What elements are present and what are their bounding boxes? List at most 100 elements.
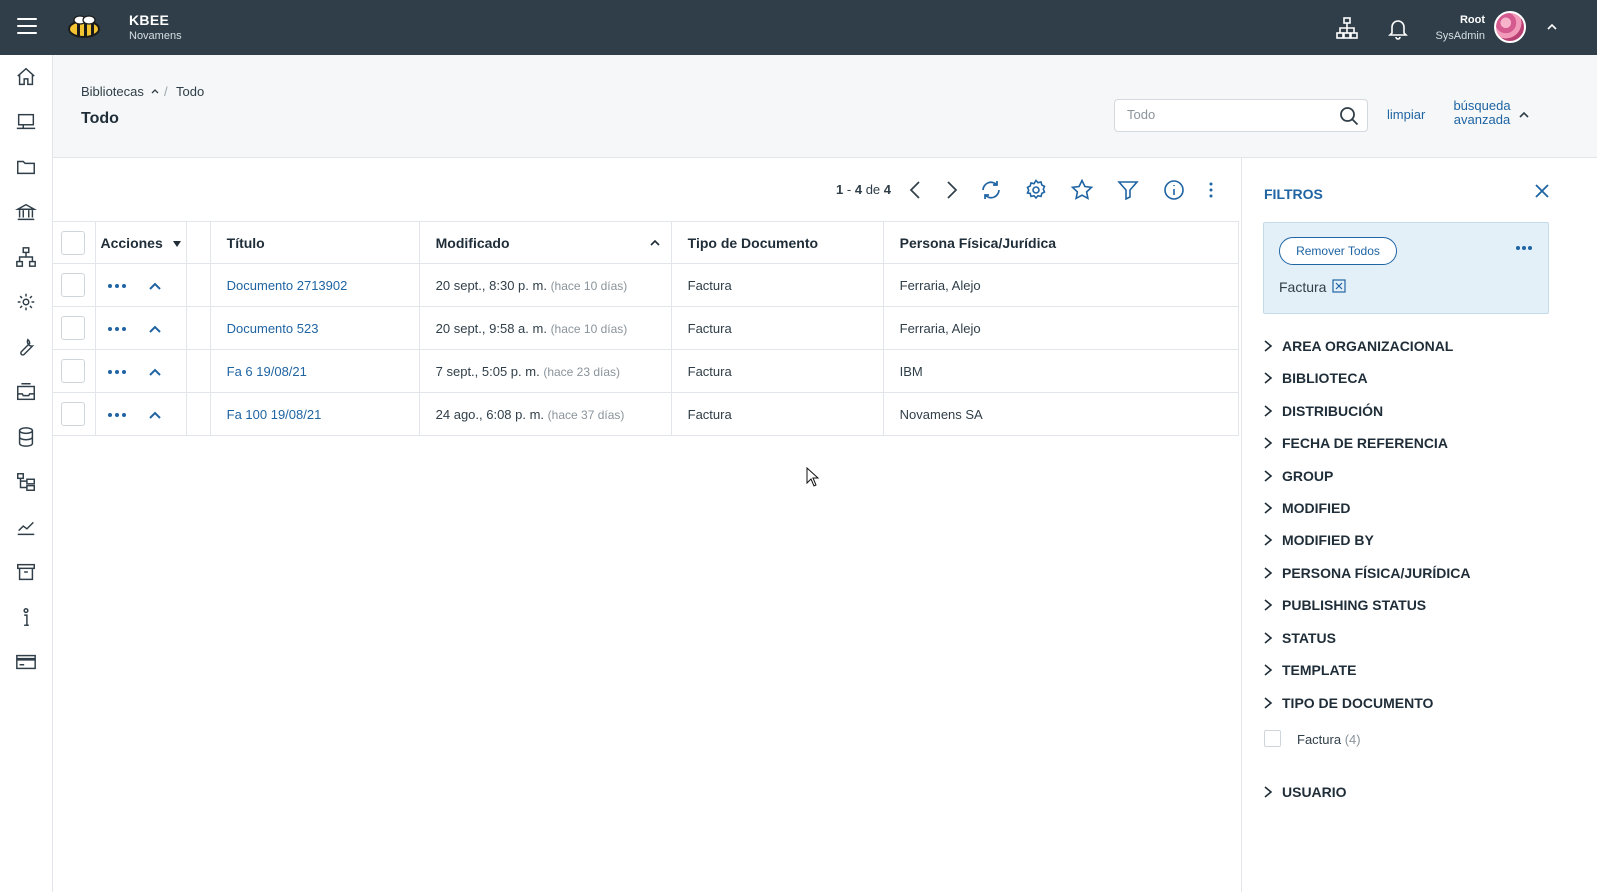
document-link[interactable]: Documento 2713902 (227, 278, 348, 293)
chevron-up-icon[interactable] (148, 367, 162, 377)
chevron-right-icon (1264, 664, 1273, 676)
mouse-cursor-icon (806, 467, 820, 487)
remove-filter-icon[interactable] (1332, 279, 1346, 293)
chevron-up-icon[interactable] (148, 281, 162, 291)
caret-down-icon[interactable] (172, 240, 181, 247)
select-all-checkbox[interactable] (61, 230, 85, 255)
chevron-right-icon (1264, 470, 1273, 482)
screen-icon[interactable] (15, 111, 37, 133)
title-header[interactable]: Título (210, 221, 420, 264)
info-icon[interactable] (15, 606, 37, 628)
document-link[interactable]: Documento 523 (227, 321, 319, 336)
gear-icon[interactable] (1024, 178, 1048, 202)
avatar[interactable] (1494, 11, 1526, 43)
more-icon[interactable] (1515, 245, 1533, 251)
facet-label: STATUS (1282, 630, 1336, 646)
filter-icon[interactable] (1116, 178, 1140, 202)
archive-icon[interactable] (15, 561, 37, 583)
row-checkbox[interactable] (61, 402, 85, 426)
person-cell: Novamens SA (883, 392, 1239, 436)
search-icon[interactable] (1339, 106, 1359, 126)
title-cell: Fa 6 19/08/21 (210, 349, 420, 393)
table-row[interactable]: Documento 523 20 sept., 9:58 a. m. (hace… (53, 306, 1239, 350)
advanced-search-link[interactable]: búsqueda avanzada (1452, 99, 1512, 127)
tree-icon[interactable] (15, 471, 37, 493)
user-name[interactable]: Root (1460, 14, 1485, 26)
doc-type-cell: Factura (671, 349, 884, 393)
database-icon[interactable] (15, 426, 37, 448)
row-checkbox[interactable] (61, 359, 85, 383)
card-icon[interactable] (15, 651, 37, 673)
row-checkbox[interactable] (61, 273, 85, 297)
chevron-left-icon[interactable] (904, 178, 928, 202)
facet-label: BIBLIOTECA (1282, 370, 1368, 386)
person-header[interactable]: Persona Física/Jurídica (883, 221, 1239, 264)
more-icon[interactable] (107, 282, 127, 290)
caret-up-icon[interactable] (150, 86, 160, 96)
more-icon[interactable] (107, 368, 127, 376)
info-icon[interactable] (1162, 178, 1186, 202)
search-input[interactable] (1127, 107, 1327, 122)
kebab-icon[interactable] (1199, 178, 1223, 202)
sort-ascending-icon[interactable] (649, 237, 661, 247)
table-row[interactable]: Fa 100 19/08/21 24 ago., 6:08 p. m. (hac… (53, 392, 1239, 436)
modified-value: 20 sept., 9:58 a. m. (435, 320, 547, 336)
close-icon[interactable] (1534, 183, 1550, 199)
actions-header-label: Acciones (100, 234, 163, 251)
person-cell: Ferraria, Alejo (883, 263, 1239, 307)
table-row[interactable]: Documento 2713902 20 sept., 8:30 p. m. (… (53, 263, 1239, 307)
document-link[interactable]: Fa 6 19/08/21 (227, 364, 307, 379)
row-actions-cell (95, 306, 187, 350)
modified-header-label: Modificado (435, 234, 510, 251)
clear-link[interactable]: limpiar (1387, 107, 1425, 122)
wrench-icon[interactable] (15, 336, 37, 358)
table-row[interactable]: Fa 6 19/08/21 7 sept., 5:05 p. m. (hace … (53, 349, 1239, 393)
hierarchy-icon[interactable] (15, 246, 37, 268)
documents-table: Acciones Título Modificado Tipo de Docum… (53, 221, 1239, 436)
modified-value: 7 sept., 5:05 p. m. (435, 363, 540, 379)
gear-icon[interactable] (15, 291, 37, 313)
star-icon[interactable] (1070, 178, 1094, 202)
chevron-right-icon (1264, 405, 1273, 417)
chevron-up-icon[interactable] (148, 324, 162, 334)
chevron-right-icon[interactable] (939, 178, 963, 202)
modified-relative: (hace 10 días) (550, 278, 628, 293)
doc-type-header[interactable]: Tipo de Documento (671, 221, 884, 264)
modified-cell: 24 ago., 6:08 p. m. (hace 37 días) (419, 392, 672, 436)
person-header-label: Persona Física/Jurídica (899, 234, 1057, 251)
chevron-up-icon[interactable] (1517, 108, 1531, 122)
facet-option-checkbox[interactable] (1264, 730, 1281, 747)
modified-cell: 20 sept., 9:58 a. m. (hace 10 días) (419, 306, 672, 350)
facet-label: PUBLISHING STATUS (1282, 597, 1427, 613)
user-role: SysAdmin (1435, 30, 1485, 42)
more-icon[interactable] (107, 411, 127, 419)
bell-icon[interactable] (1386, 16, 1410, 40)
refresh-icon[interactable] (979, 178, 1003, 202)
document-link[interactable]: Fa 100 19/08/21 (227, 407, 322, 422)
chevron-up-icon[interactable] (1545, 20, 1559, 34)
more-icon[interactable] (107, 325, 127, 333)
facet-label: MODIFIED BY (1282, 532, 1374, 548)
spacer-cell (186, 392, 211, 436)
facet-label: AREA ORGANIZACIONAL (1282, 338, 1454, 354)
row-checkbox[interactable] (61, 316, 85, 340)
chevron-right-icon (1264, 534, 1273, 546)
folder-icon[interactable] (15, 156, 37, 178)
inbox-icon[interactable] (15, 381, 37, 403)
remove-all-button[interactable]: Remover Todos (1279, 237, 1397, 265)
app-name: KBEE (129, 12, 170, 28)
filters-title: FILTROS (1264, 186, 1323, 202)
modified-header[interactable]: Modificado (419, 221, 672, 264)
breadcrumb-root[interactable]: Bibliotecas (81, 84, 144, 99)
facet-label: TEMPLATE (1282, 662, 1357, 678)
row-select-cell (53, 349, 96, 393)
title-cell: Documento 523 (210, 306, 420, 350)
chevron-up-icon[interactable] (148, 410, 162, 420)
org-chart-icon[interactable] (1335, 16, 1359, 40)
actions-header[interactable]: Acciones (95, 221, 187, 264)
chart-icon[interactable] (15, 516, 37, 538)
row-select-cell (53, 306, 96, 350)
bank-icon[interactable] (15, 201, 37, 223)
home-icon[interactable] (15, 66, 37, 88)
menu-icon[interactable] (17, 18, 37, 36)
